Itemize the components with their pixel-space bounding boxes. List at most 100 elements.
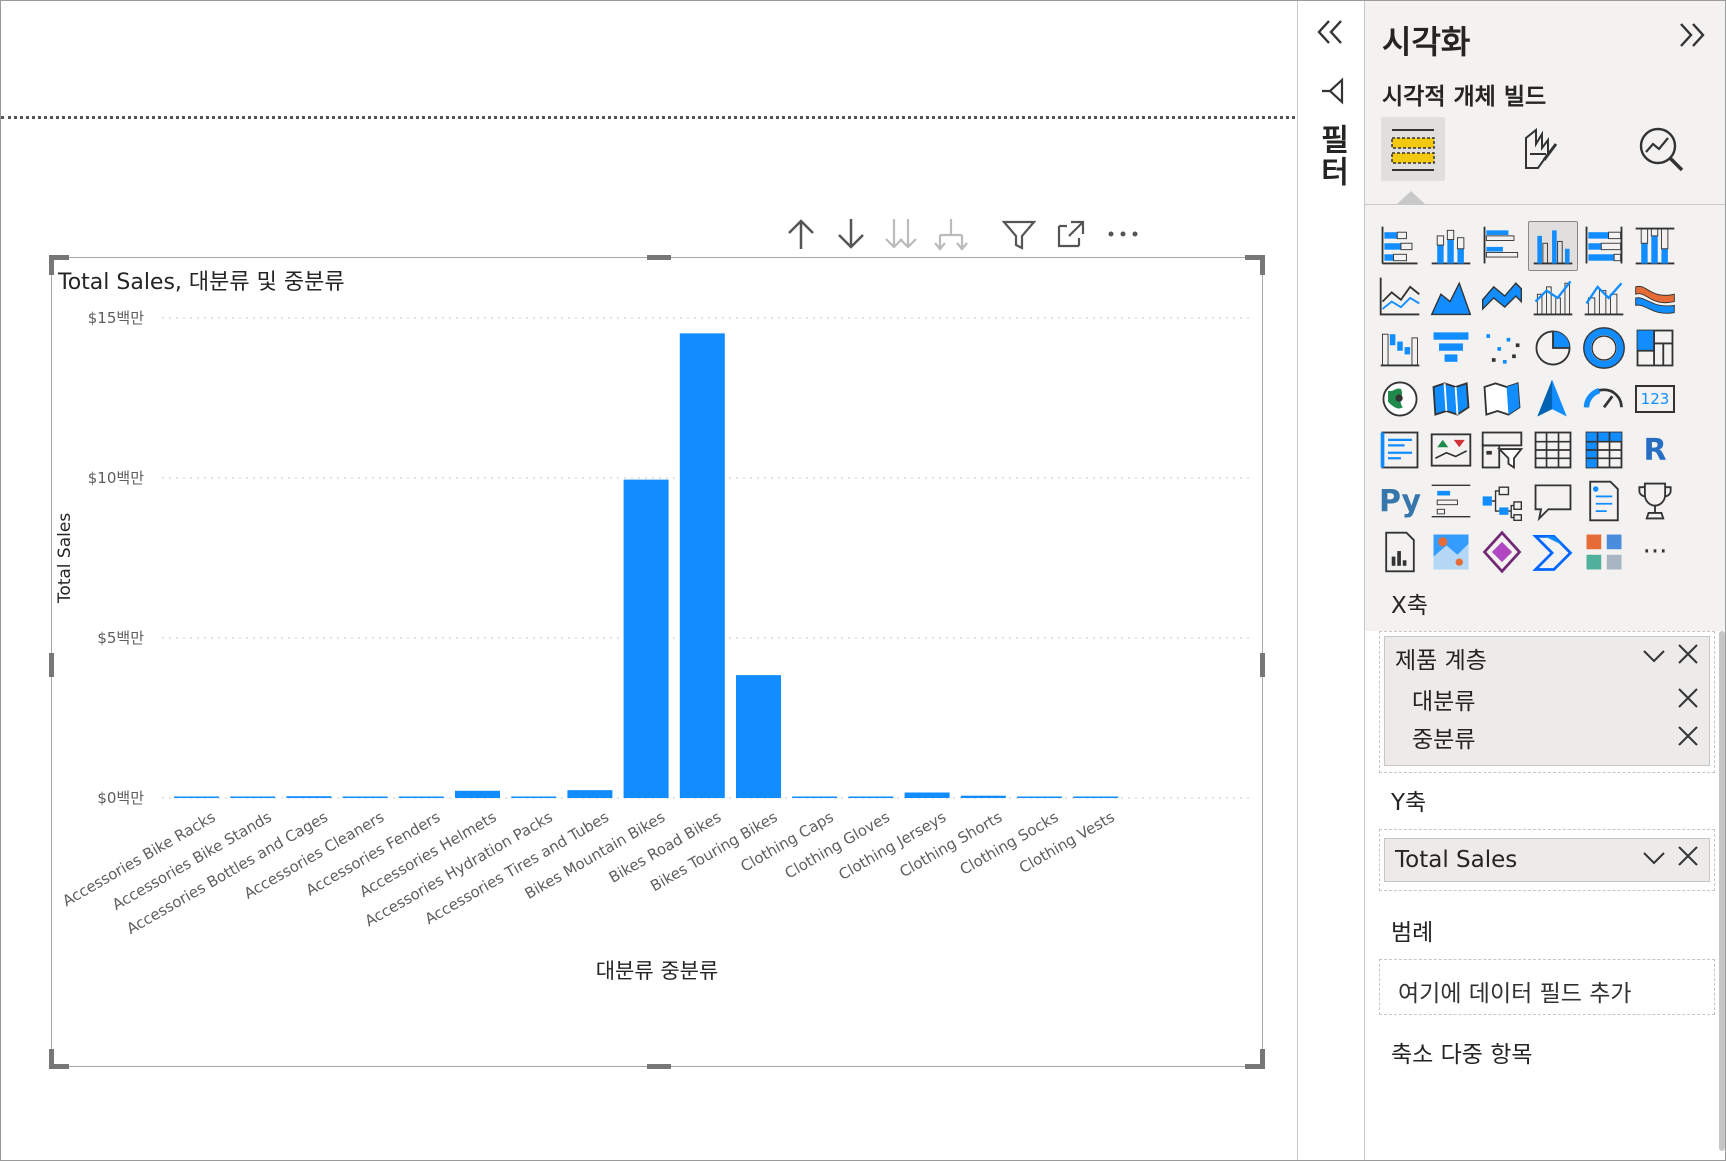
funnel-icon[interactable] (1426, 323, 1476, 373)
mode-pointer (1397, 191, 1425, 204)
hierarchy-level-1[interactable]: 대분류 (1412, 682, 1475, 716)
chevron-down-icon[interactable] (1642, 844, 1666, 874)
scatter-chart-icon[interactable] (1477, 323, 1527, 373)
filter-pane-label[interactable]: 필터 (1304, 121, 1358, 191)
bar[interactable] (792, 796, 838, 799)
azure-map-icon[interactable] (1528, 374, 1578, 424)
y-axis-well[interactable]: Total Sales (1379, 829, 1715, 891)
clustered-bar-chart-icon[interactable] (1477, 221, 1527, 271)
build-visual-label: 시각적 개체 빌드 (1382, 84, 1547, 110)
r-visual-icon[interactable]: R (1630, 425, 1680, 475)
drill-up-icon[interactable] (781, 214, 821, 254)
chevron-down-icon[interactable] (1642, 642, 1666, 672)
bar[interactable] (230, 796, 276, 799)
filter-funnel-icon (1318, 77, 1346, 109)
remove-field-icon[interactable] (1676, 844, 1700, 875)
report-canvas[interactable]: Total Sales, 대분류 및 중분류 $0백만 $5백만 $10백만 $15백… (1, 1, 1297, 1160)
ribbon-chart-icon[interactable] (1630, 272, 1680, 322)
key-influencers-icon[interactable] (1426, 476, 1476, 526)
x-axis-well-title: X축 (1391, 593, 1428, 619)
multi-row-card-icon[interactable] (1375, 425, 1425, 475)
legend-well-title: 범례 (1391, 920, 1434, 946)
arcgis-map-icon[interactable] (1426, 527, 1476, 577)
filter-icon[interactable] (999, 214, 1039, 254)
power-automate-icon[interactable] (1528, 527, 1578, 577)
expand-next-level-icon[interactable] (881, 214, 921, 254)
bar[interactable] (736, 675, 781, 798)
gauge-icon[interactable] (1579, 374, 1629, 424)
bar[interactable] (286, 796, 332, 798)
waterfall-chart-icon[interactable] (1375, 323, 1425, 373)
build-visual-icon[interactable] (1381, 117, 1445, 181)
card-icon[interactable]: 123 (1630, 374, 1680, 424)
filled-map-icon[interactable] (1426, 374, 1476, 424)
expand-filter-pane-icon[interactable] (1314, 17, 1346, 51)
bar[interactable] (511, 796, 557, 799)
clustered-column-chart-visual[interactable]: Total Sales, 대분류 및 중분류 $0백만 $5백만 $10백만 $15백… (49, 255, 1265, 1069)
format-visual-icon[interactable] (1505, 117, 1569, 181)
more-options-icon[interactable] (1103, 214, 1143, 254)
more-glyph: ··· (1642, 537, 1668, 567)
map-icon[interactable] (1375, 374, 1425, 424)
legend-well[interactable]: 여기에 데이터 필드 추가 (1379, 959, 1715, 1015)
table-icon[interactable] (1528, 425, 1578, 475)
remove-level-icon[interactable] (1676, 724, 1700, 755)
legend-placeholder: 여기에 데이터 필드 추가 (1398, 981, 1632, 1007)
shape-map-icon[interactable] (1477, 374, 1527, 424)
100-stacked-column-chart-icon[interactable] (1630, 221, 1680, 271)
line-clustered-column-chart-icon[interactable] (1528, 272, 1578, 322)
bar[interactable] (174, 796, 219, 799)
analytics-icon[interactable] (1629, 117, 1693, 181)
bar[interactable] (567, 790, 613, 798)
hierarchy-level-2[interactable]: 중분류 (1412, 720, 1475, 754)
pie-chart-icon[interactable] (1528, 323, 1578, 373)
bar[interactable] (904, 792, 950, 798)
expand-hierarchy-icon[interactable] (931, 214, 971, 254)
matrix-icon[interactable] (1579, 425, 1629, 475)
bar[interactable] (679, 333, 725, 798)
remove-field-icon[interactable] (1676, 642, 1700, 673)
bar[interactable] (848, 796, 894, 799)
slicer-icon[interactable] (1477, 425, 1527, 475)
collapse-pane-icon[interactable] (1676, 19, 1708, 59)
metrics-icon[interactable] (1630, 476, 1680, 526)
x-axis-field-name: 제품 계층 (1395, 648, 1487, 674)
line-chart-icon[interactable] (1375, 272, 1425, 322)
drill-down-icon[interactable] (831, 214, 871, 254)
x-axis-well[interactable]: 제품 계층 대분류 중분류 (1379, 631, 1715, 773)
line-stacked-column-chart-icon[interactable] (1579, 272, 1629, 322)
bar[interactable] (398, 796, 444, 799)
y-tick-label: $0백만 (97, 789, 144, 807)
stacked-area-chart-icon[interactable] (1477, 272, 1527, 322)
small-multiples-well-title: 축소 다중 항목 (1391, 1042, 1533, 1068)
filter-pane-collapsed: 필터 (1297, 1, 1365, 1160)
pane-scrollbar[interactable] (1719, 631, 1725, 1151)
power-apps-icon[interactable] (1477, 527, 1527, 577)
remove-level-icon[interactable] (1676, 686, 1700, 717)
100-stacked-bar-chart-icon[interactable] (1579, 221, 1629, 271)
stacked-bar-chart-icon[interactable] (1375, 221, 1425, 271)
clustered-column-chart-icon[interactable] (1528, 221, 1578, 271)
get-more-visuals-icon[interactable] (1579, 527, 1629, 577)
bar[interactable] (1073, 796, 1119, 799)
donut-chart-icon[interactable] (1579, 323, 1629, 373)
kpi-icon[interactable] (1426, 425, 1476, 475)
bar[interactable] (455, 790, 500, 798)
paginated-report-icon[interactable] (1375, 527, 1425, 577)
bar[interactable] (623, 479, 669, 798)
smart-narrative-icon[interactable] (1579, 476, 1629, 526)
bar[interactable] (960, 795, 1006, 798)
chart-plot-area: $0백만$5백만$10백만$15백만Accessories Bike Racks… (55, 309, 1250, 983)
treemap-icon[interactable] (1630, 323, 1680, 373)
qa-icon[interactable] (1528, 476, 1578, 526)
focus-mode-icon[interactable] (1051, 214, 1091, 254)
decomposition-tree-icon[interactable] (1477, 476, 1527, 526)
y-tick-label: $10백만 (88, 469, 144, 487)
bar[interactable] (342, 796, 388, 799)
python-visual-icon[interactable]: Py (1375, 476, 1425, 526)
area-chart-icon[interactable] (1426, 272, 1476, 322)
more-visuals-icon[interactable]: ··· (1630, 527, 1680, 577)
bar[interactable] (1017, 796, 1062, 799)
stacked-column-chart-icon[interactable] (1426, 221, 1476, 271)
y-axis-well-title: Y축 (1391, 790, 1427, 816)
